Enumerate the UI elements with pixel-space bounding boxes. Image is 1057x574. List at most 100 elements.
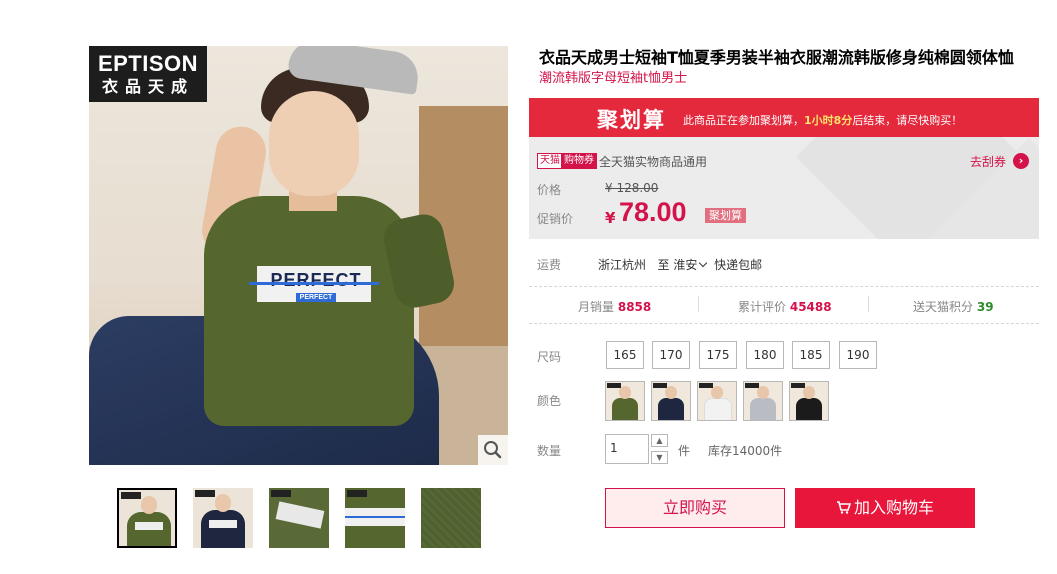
thumb-logo xyxy=(347,490,367,497)
monthly-sales-value: 8858 xyxy=(617,300,652,314)
tmall-tag: 天猫 xyxy=(537,153,563,169)
add-to-cart-button[interactable]: 加入购物车 xyxy=(795,488,975,528)
brand-logo-cn: 衣品天成 xyxy=(101,77,194,96)
promo-price-label: 促销价 xyxy=(537,212,574,226)
thumb-shirt xyxy=(201,510,245,548)
color-grey[interactable] xyxy=(743,381,783,421)
swatch-shirt xyxy=(796,398,822,420)
size-option[interactable]: 190 xyxy=(839,341,877,369)
tmall-points-value: 39 xyxy=(976,300,994,314)
add-to-cart-label: 加入购物车 xyxy=(853,498,934,517)
total-reviews[interactable]: 累计评价 45488 xyxy=(738,298,832,315)
shipping-info: 浙江杭州 至 淮安 快递包邮 xyxy=(598,256,762,273)
monthly-sales: 月销量 8858 xyxy=(578,298,651,315)
chevron-right-icon[interactable]: › xyxy=(1013,153,1029,169)
product-title: 衣品天成男士短袖T恤夏季男装半袖衣服潮流韩版修身纯棉圆领体恤 xyxy=(539,48,1014,67)
thumb-face xyxy=(141,496,157,514)
get-coupon-link[interactable]: 去刮券 xyxy=(970,153,1006,170)
quantity-decrease-button[interactable]: ▼ xyxy=(651,451,668,464)
swatch-shirt xyxy=(612,398,638,420)
swatch-logo xyxy=(653,383,667,388)
color-black[interactable] xyxy=(789,381,829,421)
chevron-down-icon xyxy=(699,258,708,268)
brand-logo-en: EPTISON xyxy=(97,51,199,76)
shirt-print-text: PERFECT xyxy=(270,270,362,290)
swatch-logo xyxy=(791,383,805,388)
quantity-increase-button[interactable]: ▲ xyxy=(651,434,668,447)
quantity-input[interactable]: 1 xyxy=(605,434,649,464)
size-label: 尺码 xyxy=(537,350,562,364)
shipping-label: 运费 xyxy=(537,258,562,272)
zoom-button[interactable] xyxy=(478,435,508,465)
ship-method: 快递包邮 xyxy=(714,258,763,272)
chevron-down-icon: ▼ xyxy=(656,453,663,462)
color-army-green[interactable] xyxy=(605,381,645,421)
chevron-up-icon: ▲ xyxy=(656,436,663,445)
shopping-cart-icon xyxy=(836,501,852,514)
thumb-fabric-detail[interactable] xyxy=(421,488,481,548)
swatch-shirt xyxy=(704,398,732,420)
magnifier-icon xyxy=(484,441,502,459)
juhuasuan-msg-after: 后结束，请尽快购买！ xyxy=(852,114,963,127)
size-option[interactable]: 165 xyxy=(606,341,644,369)
juhuasuan-msg-before: 此商品正在参加聚划算， xyxy=(683,114,804,127)
tmall-points: 送天猫积分 39 xyxy=(913,298,994,315)
thumb-shirt xyxy=(127,512,171,546)
coupon-description: 全天猫实物商品通用 xyxy=(599,155,708,169)
color-white[interactable] xyxy=(697,381,737,421)
swatch-logo xyxy=(745,383,759,388)
ship-to-select[interactable]: 淮安 xyxy=(673,258,710,272)
ship-from: 浙江杭州 xyxy=(598,258,647,272)
total-reviews-label: 累计评价 xyxy=(738,300,787,314)
ship-to-word: 至 xyxy=(657,258,670,272)
swatch-shirt xyxy=(750,398,776,420)
divider xyxy=(529,286,1039,287)
total-reviews-value: 45488 xyxy=(789,300,832,314)
thumb-print xyxy=(135,522,163,530)
promo-price: 78.00 xyxy=(619,197,687,227)
buy-now-button[interactable]: 立即购买 xyxy=(605,488,785,528)
swatch-shirt xyxy=(658,398,684,420)
thumb-navy-tee[interactable] xyxy=(193,488,253,548)
juhuasuan-message: 此商品正在参加聚划算，1小时8分后结束，请尽快购买！ xyxy=(683,112,962,128)
size-option[interactable]: 175 xyxy=(699,341,737,369)
ship-to: 淮安 xyxy=(673,258,698,272)
thumb-logo xyxy=(195,490,215,497)
size-option[interactable]: 185 xyxy=(792,341,830,369)
thumb-logo xyxy=(271,490,291,497)
product-subtitle: 潮流韩版字母短袖t恤男士 xyxy=(539,71,688,86)
color-navy[interactable] xyxy=(651,381,691,421)
thumb-print-line xyxy=(345,516,405,518)
thumb-logo xyxy=(121,492,141,499)
coupon-tag: 购物券 xyxy=(561,153,597,169)
juhuasuan-logo: 聚划算 xyxy=(597,108,666,132)
size-option[interactable]: 170 xyxy=(652,341,690,369)
thumb-tag xyxy=(275,501,325,529)
promo-currency: ¥ xyxy=(605,209,616,227)
swatch-logo xyxy=(699,383,713,388)
original-price: ¥ 128.00 xyxy=(605,181,659,195)
swatch-logo xyxy=(607,383,621,388)
thumb-fabric xyxy=(421,488,481,548)
juhuasuan-countdown: 1小时8分 xyxy=(804,114,853,127)
divider xyxy=(529,323,1039,324)
shirt-print-line xyxy=(249,282,379,285)
size-option[interactable]: 180 xyxy=(746,341,784,369)
thumb-print xyxy=(209,520,237,528)
divider xyxy=(698,296,699,312)
brand-logo: EPTISON 衣品天成 xyxy=(89,46,207,102)
promo-badge: 聚划算 xyxy=(705,208,746,223)
model-shirt xyxy=(204,196,414,426)
main-product-image[interactable]: PERFECT PERFECT xyxy=(89,46,508,465)
stock-count: 库存14000件 xyxy=(708,444,783,458)
color-label: 颜色 xyxy=(537,394,562,408)
thumb-green-tee[interactable] xyxy=(117,488,177,548)
thumb-print-detail[interactable] xyxy=(345,488,405,548)
divider xyxy=(868,296,869,312)
tmall-points-label: 送天猫积分 xyxy=(913,300,974,314)
original-price-label: 价格 xyxy=(537,183,562,197)
thumb-tag-detail[interactable] xyxy=(269,488,329,548)
model-face xyxy=(269,91,359,196)
quantity-label: 数量 xyxy=(537,444,562,458)
thumb-face xyxy=(215,494,231,512)
